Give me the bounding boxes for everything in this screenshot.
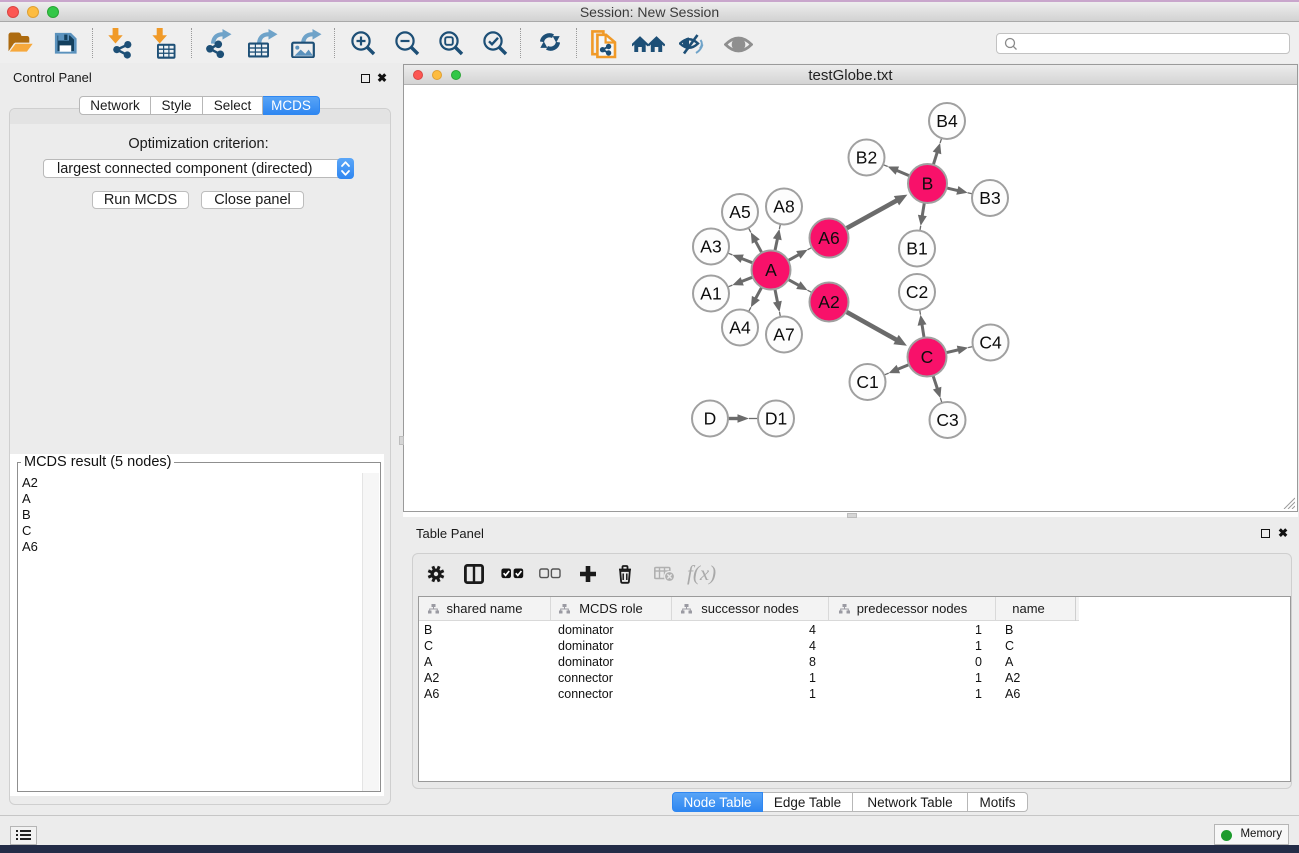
svg-text:A1: A1: [700, 284, 721, 304]
svg-text:D1: D1: [765, 409, 787, 429]
svg-text:A6: A6: [818, 228, 839, 248]
svg-text:C: C: [921, 347, 934, 367]
svg-text:A5: A5: [729, 202, 750, 222]
svg-text:A7: A7: [773, 325, 794, 345]
svg-text:C1: C1: [856, 372, 878, 392]
svg-text:B4: B4: [936, 111, 958, 131]
svg-text:A: A: [765, 260, 777, 280]
svg-text:B: B: [922, 174, 934, 194]
svg-text:C4: C4: [979, 333, 1002, 353]
svg-text:A3: A3: [700, 237, 721, 257]
svg-text:B3: B3: [979, 188, 1000, 208]
svg-text:B1: B1: [906, 239, 927, 259]
svg-text:A2: A2: [818, 292, 839, 312]
svg-text:C2: C2: [906, 282, 928, 302]
svg-text:A8: A8: [773, 197, 794, 217]
svg-text:C3: C3: [936, 410, 958, 430]
svg-text:B2: B2: [856, 148, 877, 168]
svg-text:D: D: [704, 409, 717, 429]
svg-text:A4: A4: [729, 318, 751, 338]
